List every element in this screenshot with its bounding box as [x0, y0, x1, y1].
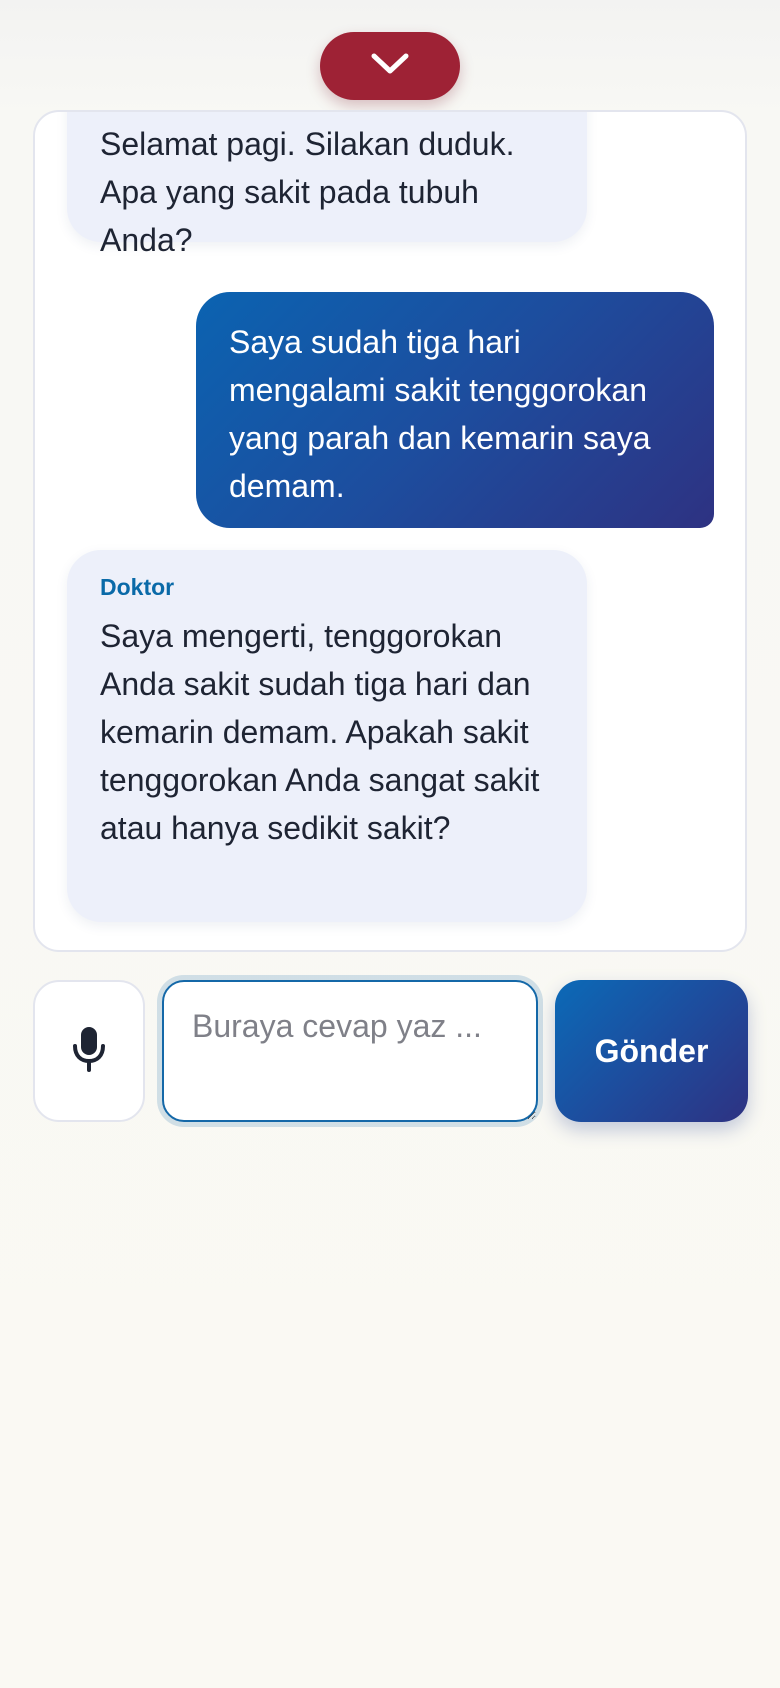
- microphone-button[interactable]: [33, 980, 145, 1122]
- patient-message: Saya sudah tiga hari mengalami sakit ten…: [196, 292, 714, 528]
- doctor-message: Doktor Saya mengerti, tenggorokan Anda s…: [67, 550, 587, 922]
- message-text: Saya mengerti, tenggorokan Anda sakit su…: [100, 618, 540, 846]
- reply-input[interactable]: [162, 980, 538, 1122]
- composer-bar: Gönder: [0, 980, 780, 1122]
- chat-panel[interactable]: Selamat pagi. Silakan duduk. Apa yang sa…: [33, 110, 747, 952]
- message-text: Selamat pagi. Silakan duduk. Apa yang sa…: [100, 126, 515, 258]
- collapse-button[interactable]: [320, 32, 460, 100]
- send-button[interactable]: Gönder: [555, 980, 748, 1122]
- microphone-icon: [72, 1026, 106, 1077]
- send-button-label: Gönder: [594, 1032, 709, 1069]
- sender-label: Doktor: [100, 574, 175, 600]
- message-text: Saya sudah tiga hari mengalami sakit ten…: [229, 324, 651, 504]
- doctor-message: Selamat pagi. Silakan duduk. Apa yang sa…: [67, 112, 587, 258]
- chevron-down-icon: [369, 51, 411, 82]
